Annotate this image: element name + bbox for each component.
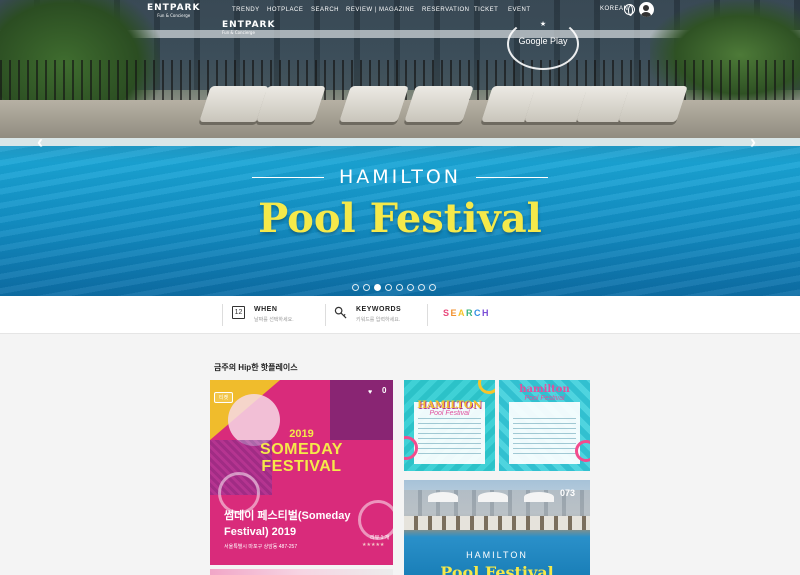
main-menu: TRENDY HOTPLACE SEARCH REVIEW | MAGAZINE…: [232, 7, 538, 13]
search-bar: 12 WHEN 날짜를 선택하세요. KEYWORDS 키워드를 입력하세요. …: [0, 296, 800, 334]
pool-float: [478, 380, 495, 394]
slide-dot[interactable]: [352, 284, 359, 291]
logo-text: ENTPARK: [147, 3, 201, 13]
lounger: [404, 86, 474, 122]
logo-subtext: Fun & Concierge: [222, 30, 255, 35]
event-name-line: FESTIVAL: [261, 458, 342, 475]
featured-card[interactable]: 티켓 ♥ 0 2019 SOMEDAY FESTIVAL 썸데이 페스티벌(So…: [210, 380, 393, 565]
category-tag: 티켓: [214, 392, 234, 403]
event-year: 2019: [289, 428, 314, 440]
badge-text: Google Play: [518, 36, 568, 46]
menu-item-trendy[interactable]: TRENDY: [232, 7, 267, 13]
event-name-line: SOMEDAY: [260, 441, 343, 458]
thumbnail-card[interactable]: hamilton Pool Festival: [499, 380, 590, 471]
thumbnail-card[interactable]: HAMILTON Pool Festival: [404, 380, 495, 471]
prev-slide-arrow-icon[interactable]: ‹: [37, 132, 43, 153]
hero-title: Pool Festival: [258, 195, 542, 242]
search-letter: H: [482, 308, 491, 318]
slide-dot[interactable]: [429, 284, 436, 291]
logo-subtext: Fun & Concierge: [157, 13, 191, 18]
menu-item-review-magazine[interactable]: REVIEW | MAGAZINE: [346, 7, 422, 13]
star-icon: ★: [539, 21, 547, 28]
divider: [325, 304, 326, 326]
thumbnail-subtitle: Pool Festival: [429, 410, 470, 417]
menu-item-ticket[interactable]: TICKET: [474, 7, 508, 13]
umbrella: [478, 492, 508, 502]
when-label: WHEN: [254, 306, 278, 313]
search-button[interactable]: SEARCH: [443, 308, 490, 318]
menu-item-search[interactable]: SEARCH: [311, 7, 346, 13]
google-play-award-badge: ★ Google Play: [507, 18, 579, 70]
user-avatar-icon[interactable]: [639, 2, 654, 17]
menu-item-event[interactable]: EVENT: [508, 7, 538, 13]
hero-subtitle: HAMILTON: [338, 166, 462, 188]
poster-schedule: [418, 418, 481, 458]
next-slide-arrow-icon[interactable]: ›: [750, 132, 756, 153]
slide-dot[interactable]: [418, 284, 425, 291]
subtitle-rule-right: [476, 177, 548, 178]
next-card-peek: [210, 569, 393, 575]
slide-dot[interactable]: [363, 284, 370, 291]
hero-banner[interactable]: ENTPARK Fun & Concierge ENTPARK Fun & Co…: [0, 0, 800, 296]
umbrella: [428, 492, 458, 502]
top-navigation: ENTPARK Fun & Concierge ENTPARK Fun & Co…: [0, 0, 800, 35]
slide-indicator: [352, 284, 436, 291]
pool-edge: [0, 138, 800, 146]
calendar-icon[interactable]: 12: [232, 306, 245, 319]
lounger: [339, 86, 409, 122]
thumb-chairs: [404, 516, 590, 530]
key-icon: [334, 306, 347, 319]
thumbnail-title: hamilton: [519, 384, 570, 395]
section-title: 금주의 Hip한 핫플레이스: [214, 363, 298, 372]
slide-dot[interactable]: [385, 284, 392, 291]
card-title[interactable]: 썸데이 페스티벌(Someday Festival) 2019: [224, 508, 384, 540]
keywords-label: KEYWORDS: [356, 306, 402, 313]
thumbnail-card[interactable]: 073 HAMILTON Pool Festival: [404, 480, 590, 575]
heart-icon[interactable]: ♥: [368, 389, 378, 396]
search-letter: R: [466, 308, 475, 318]
search-letter: C: [474, 308, 483, 318]
site-logo-secondary[interactable]: ENTPARK Fun & Concierge: [222, 20, 275, 35]
lounger: [618, 86, 688, 122]
slide-dot[interactable]: [407, 284, 414, 291]
lounger: [256, 86, 326, 122]
review-count: 리뷰 1 개: [370, 535, 390, 541]
slide-dot-active[interactable]: [374, 284, 381, 291]
card-address: 서울특별시 마포구 상암동 487-257: [224, 544, 298, 550]
search-letter: E: [450, 308, 459, 318]
thumbnail-title: HAMILTON: [466, 550, 528, 560]
globe-icon[interactable]: [624, 4, 635, 16]
event-name-art: SOMEDAY FESTIVAL: [210, 441, 393, 475]
umbrella: [524, 492, 554, 502]
poster-schedule: [513, 418, 576, 458]
pool-float: [575, 440, 590, 462]
logo-text: ENTPARK: [222, 20, 276, 30]
menu-item-hotplace[interactable]: HOTPLACE: [267, 7, 311, 13]
thumbnail-subtitle: Pool Festival: [524, 395, 565, 402]
favorite-count: 0: [382, 386, 387, 395]
when-date-field[interactable]: 날짜를 선택하세요.: [254, 316, 294, 323]
rating-stars: ★★★★★: [362, 542, 385, 548]
search-letter: S: [443, 308, 451, 318]
keywords-input[interactable]: 키워드를 입력하세요.: [356, 316, 400, 323]
search-letter: A: [458, 308, 467, 318]
site-logo[interactable]: ENTPARK Fun & Concierge: [147, 3, 200, 18]
thumbnail-number: 073: [560, 488, 576, 498]
menu-item-reservation[interactable]: RESERVATION: [422, 7, 474, 13]
divider: [222, 304, 223, 326]
thumbnail-subtitle: Pool Festival: [440, 563, 554, 575]
slide-dot[interactable]: [396, 284, 403, 291]
divider: [427, 304, 428, 326]
